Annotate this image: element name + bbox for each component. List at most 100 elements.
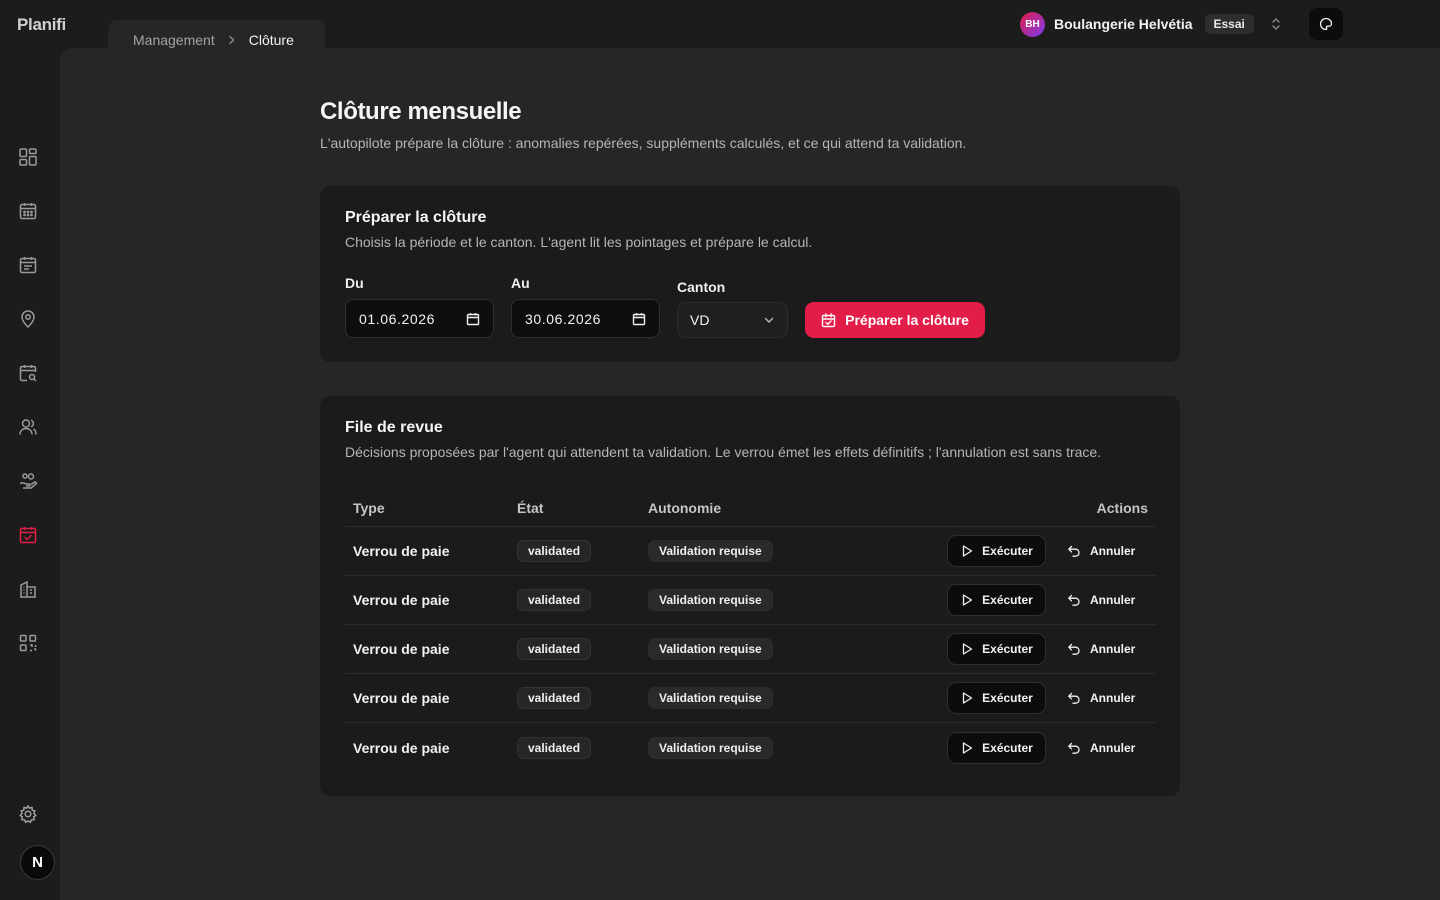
row-autonomy: Validation requise xyxy=(648,687,773,709)
execute-button[interactable]: Exécuter xyxy=(947,731,1046,764)
execute-label: Exécuter xyxy=(982,544,1033,558)
palette-icon xyxy=(1318,16,1334,32)
page-subtitle: L'autopilote prépare la clôture : anomal… xyxy=(320,135,967,151)
review-queue-card: File de revue Décisions proposées par l'… xyxy=(320,396,1180,796)
autonomy-badge: Validation requise xyxy=(648,540,773,562)
from-date-label: Du xyxy=(345,275,364,291)
execute-button[interactable]: Exécuter xyxy=(947,682,1046,714)
row-type: Verrou de paie xyxy=(353,592,450,608)
chevron-right-icon xyxy=(227,35,237,45)
table-row: Verrou de paie validated Validation requ… xyxy=(345,674,1156,723)
undo-icon xyxy=(1067,691,1081,705)
execute-button[interactable]: Exécuter xyxy=(947,633,1046,665)
canton-select[interactable]: VD xyxy=(677,302,788,338)
row-type: Verrou de paie xyxy=(353,641,450,657)
queue-description: Décisions proposées par l'agent qui atte… xyxy=(345,444,1102,460)
from-date-input[interactable]: 01.06.2026 xyxy=(345,299,494,338)
cancel-button[interactable]: Annuler xyxy=(1067,682,1135,714)
state-badge: validated xyxy=(517,589,592,611)
row-actions: Exécuter Annuler xyxy=(947,633,1135,665)
state-badge: validated xyxy=(517,687,592,709)
execute-button[interactable]: Exécuter xyxy=(947,535,1046,567)
building-icon xyxy=(18,579,38,599)
sidebar-item-team[interactable] xyxy=(0,400,56,454)
plan-badge: Essai xyxy=(1204,14,1254,34)
sidebar-item-schedule[interactable] xyxy=(0,238,56,292)
column-header-actions: Actions xyxy=(1096,499,1148,516)
to-date-label: Au xyxy=(511,275,530,291)
org-switcher[interactable]: BH Boulangerie Helvétia Essai xyxy=(1020,11,1282,37)
app-logo[interactable]: Planifi xyxy=(17,15,66,35)
calendar-check-icon xyxy=(18,525,38,545)
prepare-title: Préparer la clôture xyxy=(345,209,487,226)
execute-label: Exécuter xyxy=(982,740,1033,755)
sidebar-item-closing[interactable] xyxy=(0,508,56,562)
autonomy-badge: Validation requise xyxy=(648,736,773,759)
to-date-value: 30.06.2026 xyxy=(525,310,602,327)
row-type: Verrou de paie xyxy=(353,543,450,559)
cancel-label: Annuler xyxy=(1090,691,1136,705)
calendar-list-icon xyxy=(18,255,38,275)
cancel-button[interactable]: Annuler xyxy=(1067,633,1135,665)
state-badge: validated xyxy=(517,540,592,562)
column-header-state[interactable]: État xyxy=(517,500,543,516)
play-icon xyxy=(960,593,974,607)
column-header-autonomy[interactable]: Autonomie xyxy=(648,500,721,516)
gear-icon xyxy=(18,804,38,824)
cancel-button[interactable]: Annuler xyxy=(1067,535,1135,567)
theme-toggle-button[interactable] xyxy=(1309,8,1343,40)
execute-button[interactable]: Exécuter xyxy=(947,584,1046,616)
main-content: Clôture mensuelle L'autopilote prépare l… xyxy=(60,48,1440,900)
sidebar-item-dashboard[interactable] xyxy=(0,130,56,184)
undo-icon xyxy=(1067,642,1081,656)
calendar-icon xyxy=(18,201,38,221)
canton-value: VD xyxy=(690,312,710,328)
breadcrumb-parent[interactable]: Management xyxy=(133,32,215,48)
row-actions: Exécuter Annuler xyxy=(947,584,1135,616)
table-row: Verrou de paie validated Validation requ… xyxy=(345,576,1156,625)
sidebar-item-availability[interactable] xyxy=(0,346,56,400)
row-actions: Exécuter Annuler xyxy=(947,731,1135,764)
row-autonomy: Validation requise xyxy=(648,540,773,562)
qr-code-icon xyxy=(18,633,38,653)
chevron-down-icon xyxy=(763,314,775,326)
autonomy-badge: Validation requise xyxy=(648,638,773,660)
sidebar-item-settings[interactable] xyxy=(15,801,41,827)
sidebar-item-company[interactable] xyxy=(0,562,56,616)
row-state: validated xyxy=(517,687,592,709)
sidebar-item-planning[interactable] xyxy=(0,184,56,238)
play-icon xyxy=(960,642,974,656)
execute-label: Exécuter xyxy=(982,691,1033,705)
column-header-type[interactable]: Type xyxy=(353,500,385,516)
prepare-closing-button[interactable]: Préparer la clôture xyxy=(805,302,985,338)
user-avatar[interactable]: N xyxy=(20,845,55,880)
cancel-label: Annuler xyxy=(1090,593,1136,607)
page-title: Clôture mensuelle xyxy=(320,98,522,125)
dashboard-icon xyxy=(18,147,38,167)
cancel-label: Annuler xyxy=(1090,740,1136,755)
row-autonomy: Validation requise xyxy=(648,589,773,611)
row-state: validated xyxy=(517,638,592,660)
execute-label: Exécuter xyxy=(982,642,1033,656)
sidebar-item-payroll[interactable] xyxy=(0,454,56,508)
autonomy-badge: Validation requise xyxy=(648,589,773,611)
table-row: Verrou de paie validated Validation requ… xyxy=(345,723,1156,772)
review-queue-table: Type État Autonomie Actions Verrou de pa… xyxy=(345,489,1156,772)
org-name: Boulangerie Helvétia xyxy=(1054,16,1193,32)
to-date-input[interactable]: 30.06.2026 xyxy=(511,299,660,338)
cancel-label: Annuler xyxy=(1090,544,1136,558)
row-autonomy: Validation requise xyxy=(648,736,773,759)
prepare-closing-label: Préparer la clôture xyxy=(845,312,969,328)
cancel-button[interactable]: Annuler xyxy=(1067,732,1135,764)
cancel-button[interactable]: Annuler xyxy=(1067,584,1135,616)
map-pin-icon xyxy=(18,309,38,329)
sidebar-item-badges[interactable] xyxy=(0,616,56,670)
undo-icon xyxy=(1067,544,1081,558)
queue-title: File de revue xyxy=(345,419,443,436)
chevron-up-down-icon xyxy=(1270,16,1282,32)
sidebar-item-locations[interactable] xyxy=(0,292,56,346)
row-state: validated xyxy=(517,540,592,562)
cancel-label: Annuler xyxy=(1090,642,1136,656)
table-row: Verrou de paie validated Validation requ… xyxy=(345,527,1156,576)
execute-label: Exécuter xyxy=(982,593,1033,607)
